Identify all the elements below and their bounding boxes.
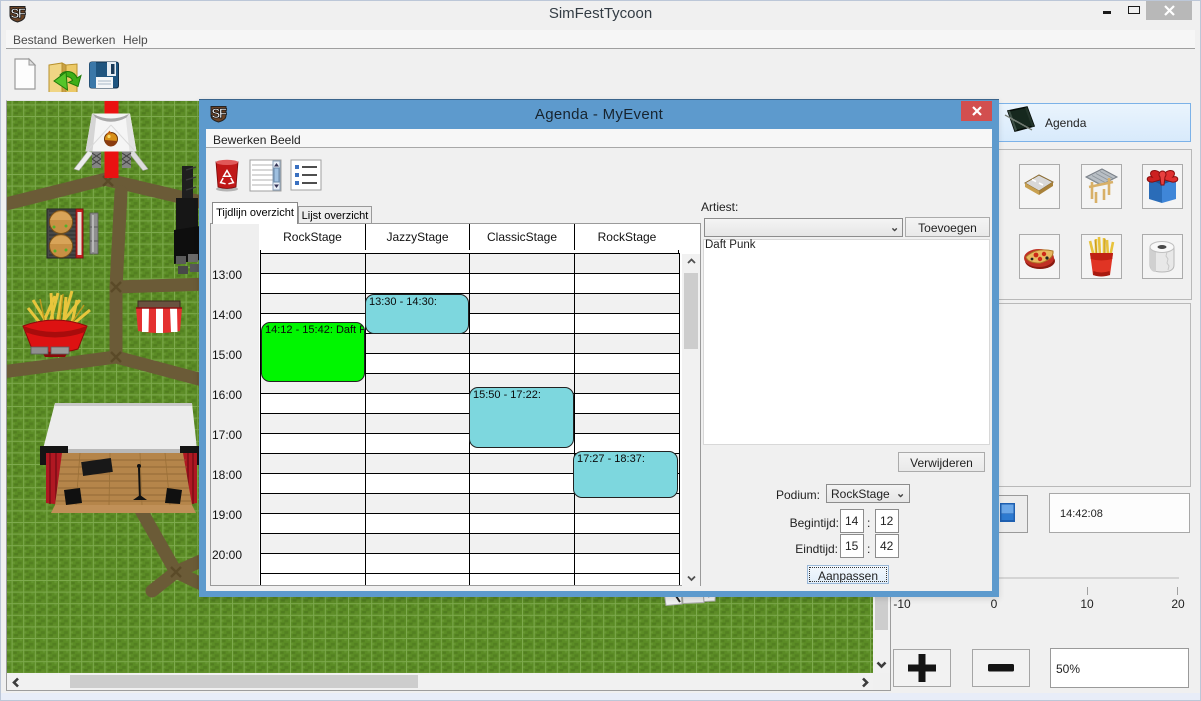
svg-text:SF: SF: [10, 6, 26, 21]
